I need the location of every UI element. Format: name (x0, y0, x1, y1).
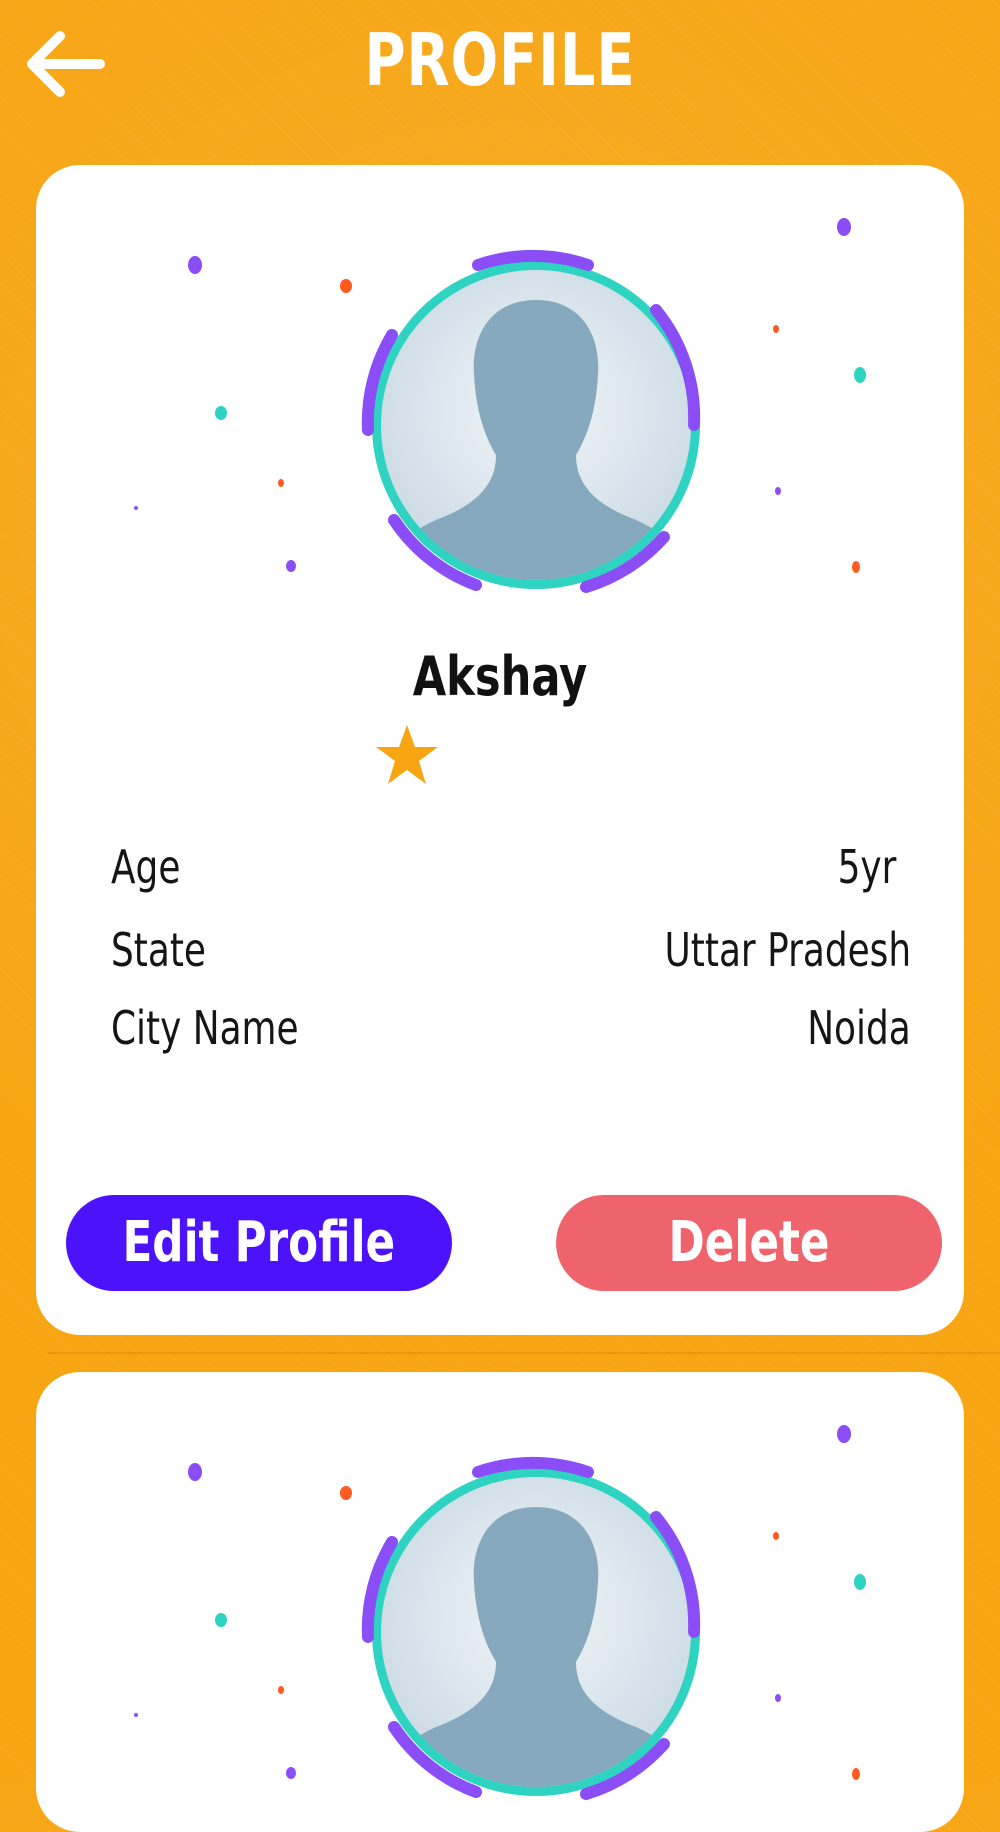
edit-profile-label: Edit Profile (122, 1210, 396, 1275)
profile-card (36, 1372, 964, 1832)
delete-profile-label: Delete Profile (668, 1210, 830, 1275)
app-header: PROFILE (0, 0, 1000, 140)
state-value: Uttar Pradesh (664, 923, 911, 977)
star-icon (376, 725, 438, 784)
profile-card: Akshay Age 5yr State Uttar Pradesh City … (36, 165, 964, 1335)
edit-profile-button[interactable]: Edit Profile (66, 1195, 452, 1291)
avatar[interactable] (326, 1442, 746, 1822)
info-row-age: Age 5yr (111, 840, 911, 900)
card-divider (48, 1352, 1000, 1354)
age-value: 5yr (837, 840, 896, 894)
city-value: Noida (807, 1001, 911, 1055)
back-button[interactable] (26, 30, 106, 100)
arrow-left-icon (27, 31, 105, 97)
page-title: PROFILE (364, 18, 636, 102)
delete-profile-button[interactable]: Delete Profile (556, 1195, 942, 1291)
user-silhouette-icon (361, 1456, 701, 1800)
info-row-city: City Name Noida (111, 1001, 911, 1061)
state-label: State (111, 923, 206, 977)
profile-name: Akshay (412, 645, 588, 708)
user-silhouette-icon (361, 249, 701, 593)
info-row-state: State Uttar Pradesh (111, 923, 911, 983)
age-label: Age (111, 840, 181, 894)
city-label: City Name (111, 1001, 299, 1055)
avatar[interactable] (326, 235, 746, 615)
